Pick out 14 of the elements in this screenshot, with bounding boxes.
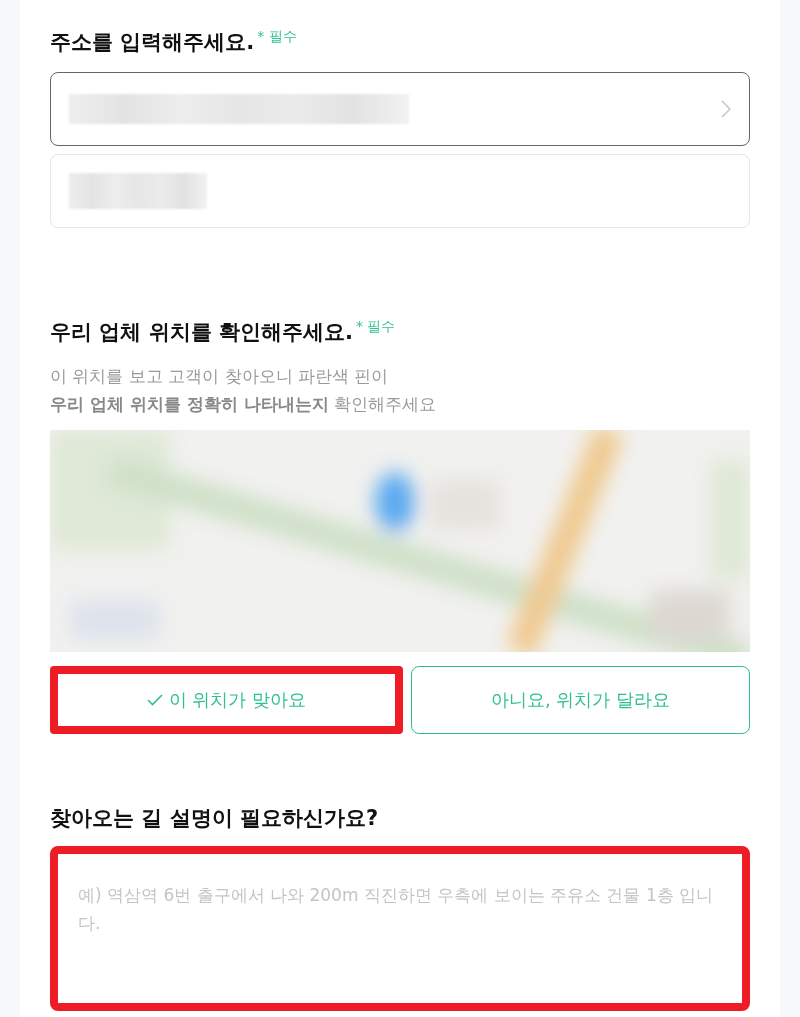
section-title: 주소를 입력해주세요. — [50, 29, 255, 56]
chevron-right-icon — [721, 100, 731, 118]
address-select[interactable] — [50, 72, 750, 146]
choice-button[interactable]: 이 위치가 맞아요 — [50, 666, 403, 734]
directions-field[interactable]: 예) 역삼역 6번 출구에서 나와 200m 직진하면 우측에 보이는 주유소 건물 1층 입니다. — [50, 846, 750, 1011]
description-text: 우리 업체 위치를 정확히 나타내는지 확인해주세요 — [50, 393, 438, 416]
address-detail-field[interactable] — [50, 154, 750, 228]
required-label: * 필수 — [257, 28, 297, 46]
description-text: 이 위치를 보고 고객이 찾아오니 파란색 핀이 — [50, 365, 390, 388]
choice-button[interactable]: 아니요, 위치가 달라요 — [411, 666, 750, 734]
section-title: 우리 업체 위치를 확인해주세요. — [50, 319, 353, 346]
section-title: 찾아오는 길 설명이 필요하신가요? — [50, 805, 379, 832]
check-icon — [146, 694, 163, 706]
required-label: * 필수 — [355, 318, 396, 336]
